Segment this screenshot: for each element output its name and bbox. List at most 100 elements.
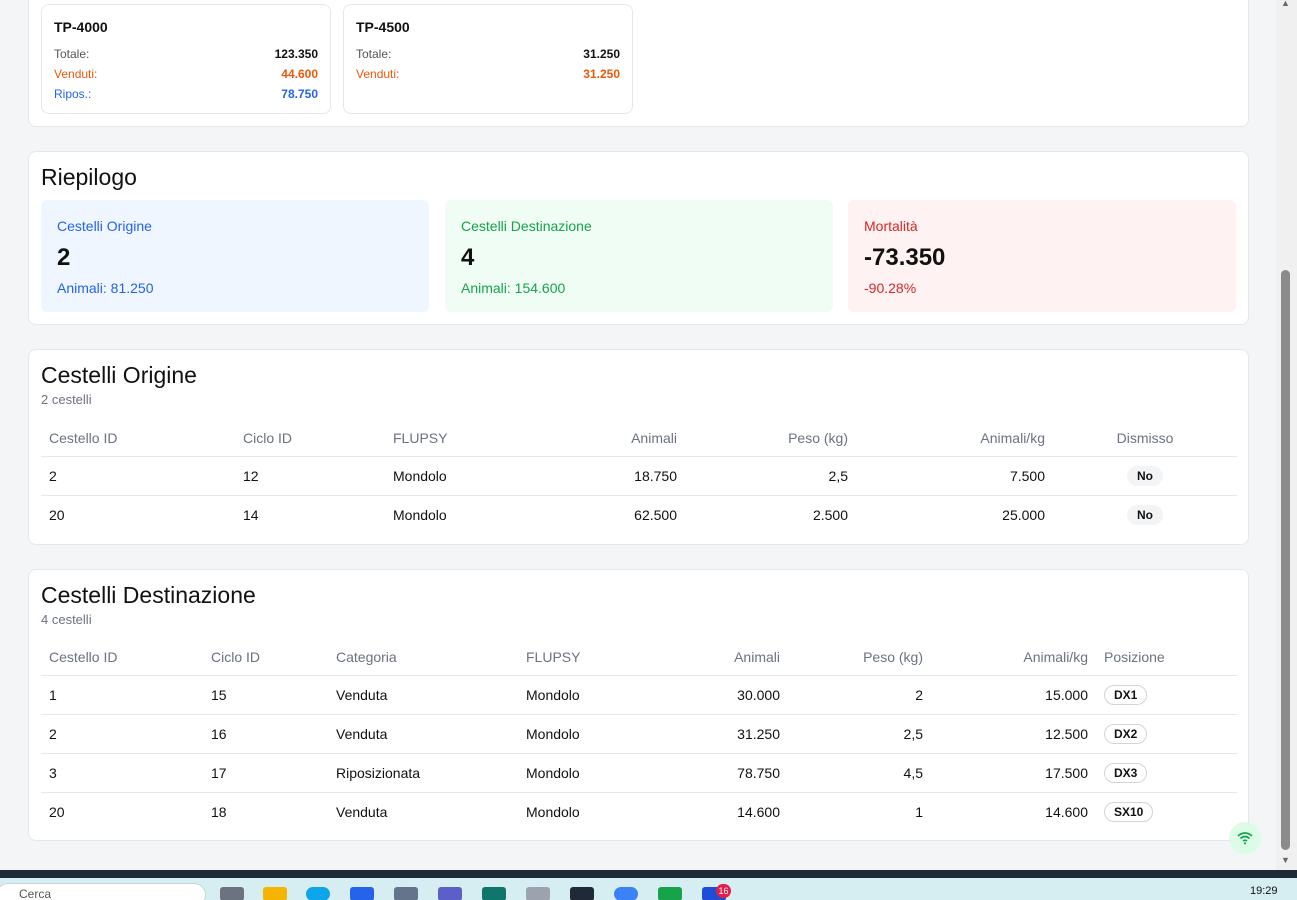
cell: 4,5 [788,753,931,793]
cell: Mondolo [518,675,658,715]
cell: 15.000 [931,675,1096,715]
terminal-icon[interactable] [570,887,594,900]
cell: Mondolo [526,803,580,820]
cell: 2 [788,675,931,715]
destination-title: Cestelli Destinazione [41,582,256,608]
taskbar: Cerca 16 19:29 [0,878,1297,900]
product-row-totale: Totale: 31.250 [356,44,620,64]
calculator-icon[interactable] [394,887,418,900]
cell: 2 [41,714,203,754]
table-row: 2 16 Venduta Mondolo 31.250 2,5 12.500 D… [41,714,1237,754]
product-card-tp4500: TP-4500 Totale: 31.250 Venduti: 31.250 [343,4,633,114]
position-badge: SX10 [1104,801,1154,822]
col-header: Ciclo ID [235,420,385,457]
task-view-icon[interactable] [220,887,244,900]
table-row: 20 18 Venduta Mondolo 14.600 1 14.600 SX… [41,792,1237,831]
taskbar-search[interactable]: Cerca [0,883,206,900]
product-row-venduti: Venduti: 31.250 [356,64,620,84]
cell: 2,5 [788,714,931,754]
row-label: Totale: [54,47,90,61]
cell: Mondolo [518,714,658,754]
destination-baskets-card: Cestelli Destinazione 4 cestelli Cestell… [28,569,1249,841]
row-label: Ripos.: [54,87,92,101]
cell: Venduta [328,714,518,754]
vertical-scrollbar[interactable]: ▲ ▼ [1276,0,1297,870]
destination-subtitle: 4 cestelli [41,612,92,627]
cell: 2,5 [685,456,856,496]
windows-icon[interactable] [526,887,550,900]
position-badge: DX1 [1104,684,1148,705]
summary-card: Riepilogo Cestelli Origine 2 Animali: 81… [28,151,1249,325]
col-header: Cestello ID [41,639,203,676]
edge-browser-icon[interactable] [306,887,330,900]
table-header-row: Cestello ID Ciclo ID FLUPSY Animali Peso… [41,420,1237,457]
wifi-status-button[interactable] [1229,822,1261,854]
row-label: Venduti: [54,67,98,81]
row-value: 31.250 [583,67,620,81]
position-badge: DX3 [1104,762,1148,783]
notification-badge: 16 [716,884,731,898]
file-explorer-icon[interactable] [263,887,287,900]
cell: 31.250 [658,714,788,754]
stat-label: Cestelli Origine [57,218,152,234]
store-icon[interactable] [350,887,374,900]
scrollbar-thumb[interactable] [1281,270,1290,850]
cell: 20 [49,803,65,820]
cloud-icon[interactable] [614,887,638,900]
teams-icon[interactable] [438,887,462,900]
excel-icon[interactable] [658,887,682,900]
cell: No [1053,495,1237,534]
app-icon[interactable] [482,887,506,900]
row-value: 44.600 [281,67,318,81]
row-value: 123.350 [274,47,318,61]
stat-foot: -90.28% [864,280,917,296]
cell: Mondolo [518,753,658,793]
product-row-ripos: Ripos.: 78.750 [54,84,318,104]
col-header: Dismisso [1053,420,1237,457]
table-row: 20 14 Mondolo 62.500 2.500 25.000 No [41,495,1237,534]
product-card-tp4000: TP-4000 Totale: 123.350 Venduti: 44.600 … [41,4,331,114]
position-badge: DX2 [1104,723,1148,744]
cell: DX1 [1096,675,1237,715]
cell: No [1053,456,1237,496]
cell: 2 [41,456,235,496]
cell: DX2 [1096,714,1237,754]
col-header: Categoria [328,639,518,676]
cell: DX3 [1096,753,1237,793]
row-label: Venduti: [356,67,400,81]
cell: 62.500 [634,506,677,523]
cell: 17.500 [931,753,1096,793]
cell: Mondolo [393,506,447,523]
row-value: 78.750 [281,87,318,101]
stat-label: Cestelli Destinazione [461,218,592,234]
stat-foot: Animali: 81.250 [57,280,154,296]
cell: 12.500 [931,714,1096,754]
stat-foot: Animali: 154.600 [461,280,566,296]
product-name: TP-4500 [356,19,410,35]
cell: Venduta [328,675,518,715]
col-header: FLUPSY [385,420,555,457]
page-viewport: TP-4000 Totale: 123.350 Venduti: 44.600 … [0,0,1276,870]
col-header: Ciclo ID [203,639,328,676]
cell: 25.000 [1002,506,1045,523]
dismissed-badge: No [1127,465,1163,486]
col-header: Peso (kg) [788,639,931,676]
product-row-totale: Totale: 123.350 [54,44,318,64]
scroll-up-icon[interactable]: ▲ [1281,0,1290,8]
cell: 78.750 [658,753,788,793]
cell: 14 [243,506,259,523]
taskbar-search-placeholder: Cerca [19,887,52,900]
table-header-row: Cestello ID Ciclo ID Categoria FLUPSY An… [41,639,1237,676]
origin-subtitle: 2 cestelli [41,392,92,407]
taskbar-clock[interactable]: 19:29 [1250,885,1278,897]
row-label: Totale: [356,47,392,61]
cell: SX10 [1096,792,1237,831]
cell: 20 [49,506,65,523]
cell: 1 [915,803,923,820]
table-row: 3 17 Riposizionata Mondolo 78.750 4,5 17… [41,753,1237,793]
cell: 18.750 [555,456,685,496]
scroll-down-icon[interactable]: ▼ [1281,855,1290,865]
cell: 12 [235,456,385,496]
col-header: Animali [658,639,788,676]
product-row-venduti: Venduti: 44.600 [54,64,318,84]
